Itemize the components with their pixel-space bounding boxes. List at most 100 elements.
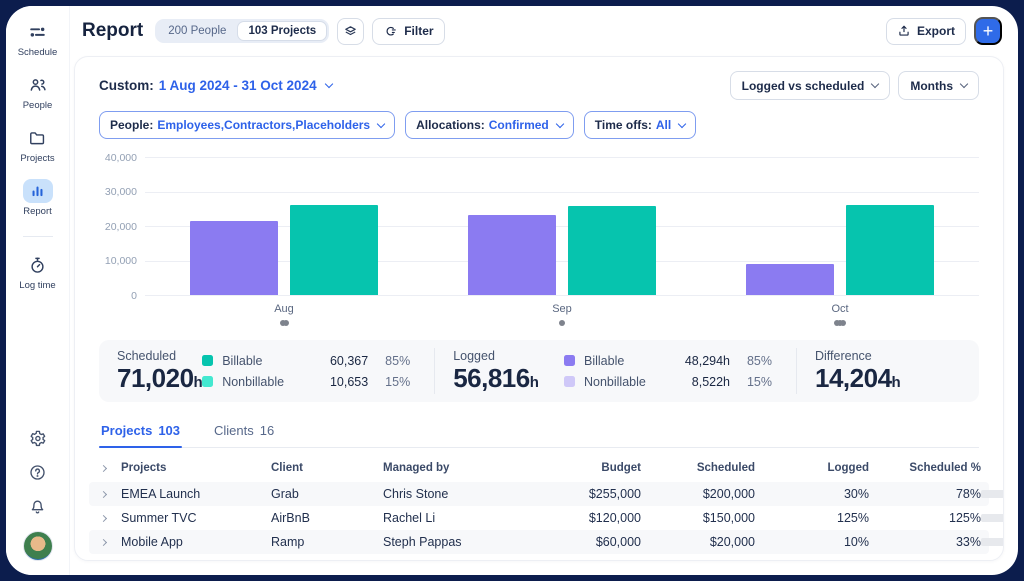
tab-count: 16 [260,423,274,438]
x-axis-label-sep: Sep [468,303,656,326]
col-header-logged: Logged [755,462,869,474]
chevron-down-icon [556,119,564,127]
interval-dropdown[interactable]: Months [898,71,979,100]
col-header-budget: Budget [541,462,641,474]
scheduled-bar-aug [290,205,378,295]
filter-button-label: Filter [404,24,433,38]
tab-projects[interactable]: Projects 103 [99,416,182,447]
sidebar: Schedule People Projects [6,6,70,575]
cell-project: Mobile App [121,535,271,549]
cell-scheduled: $150,000 [641,511,755,525]
summary-logged: Logged 56,816h Billable 48,294h 85% Nonb… [435,340,796,402]
segment-projects[interactable]: 103 Projects [237,21,327,41]
y-axis-tick: 30,000 [99,186,137,198]
sidebar-item-label: Schedule [18,47,58,58]
cell-budget: $120,000 [541,511,641,525]
cell-budget: $60,000 [541,535,641,549]
y-axis-tick: 20,000 [99,221,137,233]
people-icon [23,73,53,97]
x-axis-label-oct: Oct [746,303,934,326]
cell-project: Summer TVC [121,511,271,525]
interval-dropdown-value: Months [910,79,953,93]
cell-logged: 10% [755,535,869,549]
settings-gear-icon[interactable] [28,429,47,448]
unit-suffix: h [530,374,539,391]
notifications-bell-icon[interactable] [28,497,47,516]
mode-dropdown-value: Logged vs scheduled [742,79,865,93]
cell-client: Grab [271,487,383,501]
sidebar-item-schedule[interactable]: Schedule [18,20,58,58]
tab-label: Projects [101,423,152,438]
table-row[interactable]: EMEA Launch Grab Chris Stone $255,000 $2… [89,482,989,506]
legend-scheduled-nonbillable: Nonbillable 10,653 15% [202,375,410,389]
month-label: Sep [552,303,572,315]
allocations-filter-pill[interactable]: Allocations: Confirmed [405,111,574,139]
tab-clients[interactable]: Clients 16 [212,416,276,447]
export-button[interactable]: Export [886,18,966,45]
table-header-row: Projects Client Managed by Budget Schedu… [89,454,989,482]
projects-icon [22,126,52,150]
segment-people[interactable]: 200 People [157,21,237,41]
scheduled-bar-oct [846,205,934,295]
month-label: Aug [274,303,294,315]
people-filter-pill[interactable]: People: Employees,Contractors,Placeholde… [99,111,395,139]
y-axis-tick: 0 [99,290,137,302]
sidebar-item-projects[interactable]: Projects [20,126,54,164]
expand-row-chevron-icon[interactable] [100,538,107,545]
help-icon[interactable] [28,463,47,482]
user-avatar[interactable] [23,531,53,561]
table-row[interactable]: Data Dashboard NIO Tiago Alcantara $16,0… [89,554,989,561]
unit-suffix: h [892,374,901,391]
logged-total: 56,816 [453,363,530,393]
sidebar-item-label: Log time [19,280,55,291]
col-header-scheduled: Scheduled [641,462,755,474]
gridline: 0 [145,295,979,296]
unit-suffix: h [194,374,203,391]
scheduled-label: Scheduled [117,349,202,363]
sidebar-item-log-time[interactable]: Log time [19,253,55,291]
expand-all-chevron-icon[interactable] [100,464,107,471]
sidebar-divider [23,236,53,237]
page-title: Report [82,20,143,42]
plus-icon: + [983,22,994,40]
add-button[interactable]: + [974,17,1002,45]
col-header-scheduled-pct: Scheduled % [869,462,981,474]
table-row[interactable]: Summer TVC AirBnB Rachel Li $120,000 $15… [89,506,989,530]
top-bar: Report 200 People 103 Projects Filt [70,6,1018,56]
legend-logged-nonbillable: Nonbillable 8,522h 15% [564,375,772,389]
chevron-down-icon [678,119,686,127]
time-offs-filter-pill[interactable]: Time offs: All [584,111,696,139]
holiday-dots [561,320,564,326]
mode-dropdown[interactable]: Logged vs scheduled [730,71,891,100]
chevron-down-icon [871,80,879,88]
cell-budget: $16,000 [541,559,641,561]
filter-icon [383,24,398,39]
summary-strip: Scheduled 71,020h Billable 60,367 85% No… [99,340,979,402]
holiday-dots [836,320,845,326]
table-row[interactable]: Mobile App Ramp Steph Pappas $60,000 $20… [89,530,989,554]
cell-scheduled: $20,000 [641,535,755,549]
sidebar-item-report[interactable]: Report [23,179,53,217]
expand-row-chevron-icon[interactable] [100,490,107,497]
cell-scheduled-pct: 125% [869,511,981,525]
filter-button[interactable]: Filter [372,18,444,45]
expand-row-chevron-icon[interactable] [100,514,107,521]
view-options-button[interactable] [337,18,364,45]
date-range-value: 1 Aug 2024 - 31 Oct 2024 [159,78,317,93]
people-projects-segmented-control: 200 People 103 Projects [155,19,329,43]
nonbillable-swatch [202,376,213,387]
cell-client: Ramp [271,535,383,549]
cell-scheduled: $200,000 [641,487,755,501]
sidebar-item-people[interactable]: People [23,73,53,111]
cell-client: AirBnB [271,511,383,525]
scheduled-pct-progress-bar [981,514,1004,522]
cell-scheduled-pct: 33% [869,535,981,549]
difference-total: 14,204 [815,363,892,393]
bar-group-sep [468,157,656,295]
cell-client: NIO [271,559,383,561]
pill-value: Confirmed [489,118,549,132]
log-time-icon [23,253,53,277]
date-range-selector[interactable]: Custom: 1 Aug 2024 - 31 Oct 2024 [99,78,332,93]
col-header-managed-by: Managed by [383,462,541,474]
pill-value: All [656,118,671,132]
